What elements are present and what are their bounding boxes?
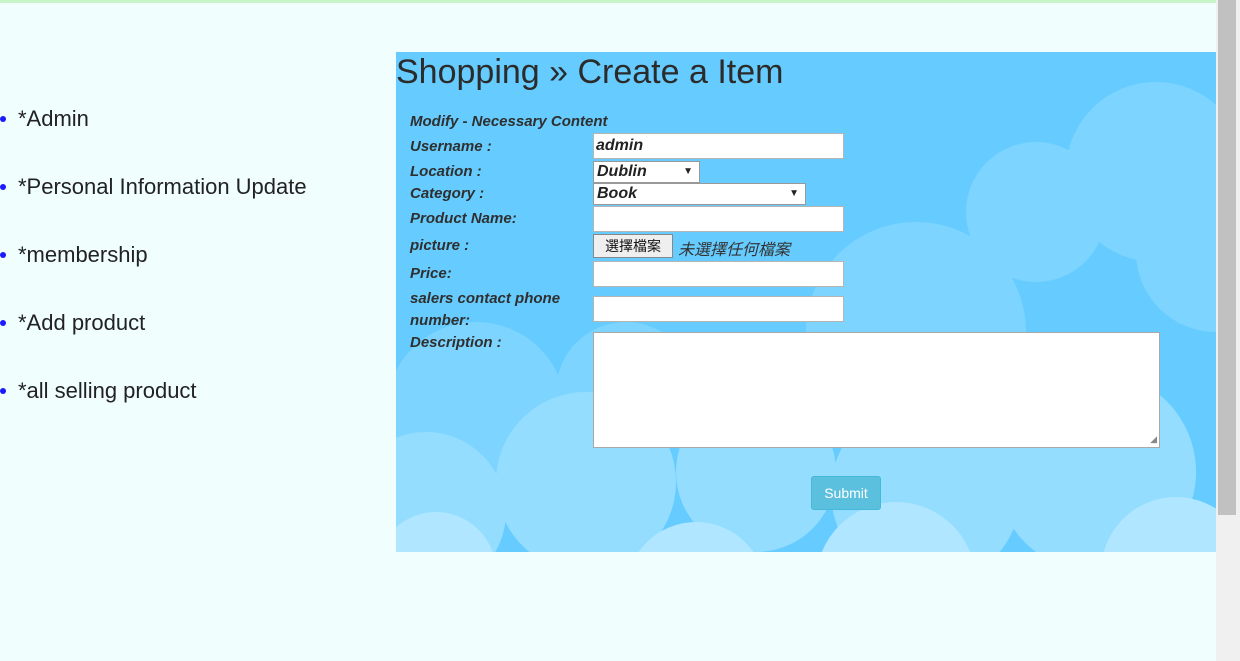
chevron-down-icon: ▼ xyxy=(789,188,799,199)
picture-label: picture : xyxy=(410,237,470,254)
location-select[interactable]: Dublin ▼ xyxy=(593,161,700,183)
sidebar-item-admin[interactable]: *Admin xyxy=(0,100,307,168)
category-selected-value: Book xyxy=(597,185,637,202)
sidebar-item-label[interactable]: *all selling product xyxy=(18,378,197,403)
create-item-panel: Shopping » Create a Item Modify - Necess… xyxy=(396,52,1216,552)
file-status-text: 未選擇任何檔案 xyxy=(678,242,791,259)
resize-grip-icon[interactable]: ◢ xyxy=(1150,434,1157,445)
phone-field[interactable] xyxy=(593,296,844,322)
sidebar-item-label[interactable]: *membership xyxy=(18,242,148,267)
sidebar-item-membership[interactable]: *membership xyxy=(0,236,307,304)
description-label: Description : xyxy=(410,334,502,351)
sidebar-item-all-selling[interactable]: *all selling product xyxy=(0,372,307,440)
chevron-down-icon: ▼ xyxy=(683,166,693,177)
choose-file-button[interactable]: 選擇檔案 xyxy=(593,234,673,258)
location-selected-value: Dublin xyxy=(597,163,647,180)
category-label: Category : xyxy=(410,185,485,202)
sidebar-item-add-product[interactable]: *Add product xyxy=(0,304,307,372)
phone-label-line2: number: xyxy=(410,312,470,329)
location-label: Location : xyxy=(410,163,482,180)
submit-button[interactable]: Submit xyxy=(811,476,881,510)
section-heading: Modify - Necessary Content xyxy=(410,113,608,130)
username-field[interactable] xyxy=(593,133,844,159)
price-field[interactable] xyxy=(593,261,844,287)
bullet-icon xyxy=(0,252,6,258)
price-label: Price: xyxy=(410,265,452,282)
bullet-icon xyxy=(0,184,6,190)
description-textarea[interactable]: ◢ xyxy=(593,332,1160,448)
bullet-icon xyxy=(0,320,6,326)
bullet-icon xyxy=(0,116,6,122)
username-label: Username : xyxy=(410,138,492,155)
scrollbar-thumb[interactable] xyxy=(1218,0,1236,515)
page-title: Shopping » Create a Item xyxy=(396,53,784,91)
top-border xyxy=(0,0,1216,3)
product-name-field[interactable] xyxy=(593,206,844,232)
sidebar-item-personal-info[interactable]: *Personal Information Update xyxy=(0,168,307,236)
phone-label-line1: salers contact phone xyxy=(410,290,561,307)
bullet-icon xyxy=(0,388,6,394)
product-name-label: Product Name: xyxy=(410,210,517,227)
sidebar-item-label[interactable]: *Add product xyxy=(18,310,145,335)
category-select[interactable]: Book ▼ xyxy=(593,183,806,205)
sidebar-nav: *Admin *Personal Information Update *mem… xyxy=(0,100,307,440)
sidebar-item-label[interactable]: *Personal Information Update xyxy=(18,174,307,199)
sidebar-item-label[interactable]: *Admin xyxy=(18,106,89,131)
